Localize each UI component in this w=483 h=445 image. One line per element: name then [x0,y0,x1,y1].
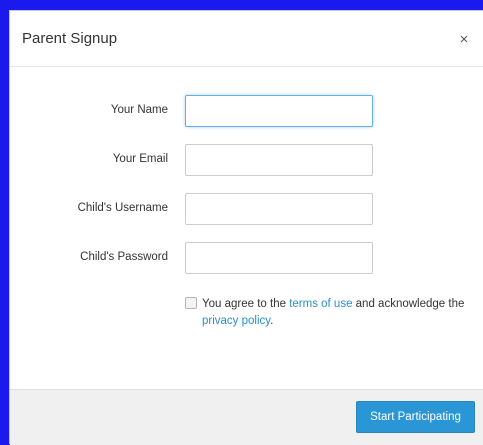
agreement-text-before: You agree to the [202,298,290,310]
parent-signup-dialog: Parent Signup × Your Name Your Email Chi… [9,10,483,445]
your-name-label: Your Name [110,104,168,116]
child-username-input[interactable] [185,193,373,225]
agreement-text-after: . [270,315,274,327]
your-name-input[interactable] [185,95,373,127]
your-email-label: Your Email [112,153,168,165]
agree-checkbox[interactable] [185,297,197,309]
close-icon[interactable]: × [457,32,471,47]
child-username-label: Child's Username [77,202,168,214]
form-row-child-username: Child's Username [10,193,483,227]
start-participating-button[interactable]: Start Participating [356,401,475,433]
your-email-input[interactable] [185,144,373,176]
modal-header: Parent Signup × [10,11,483,67]
form-row-your-email: Your Email [10,144,483,178]
agreement-text-middle: and acknowledge the [352,298,465,310]
child-password-input[interactable] [185,242,373,274]
agreement-text: You agree to the terms of use and acknow… [202,296,472,330]
modal-backdrop [0,0,9,444]
modal-title: Parent Signup [22,30,118,47]
terms-of-use-link[interactable]: terms of use [289,298,352,310]
form-row-child-password: Child's Password [10,242,483,276]
modal-footer: Start Participating [10,389,483,445]
privacy-policy-link[interactable]: privacy policy [202,315,270,327]
child-password-label: Child's Password [80,251,168,263]
form-row-your-name: Your Name [10,95,483,129]
